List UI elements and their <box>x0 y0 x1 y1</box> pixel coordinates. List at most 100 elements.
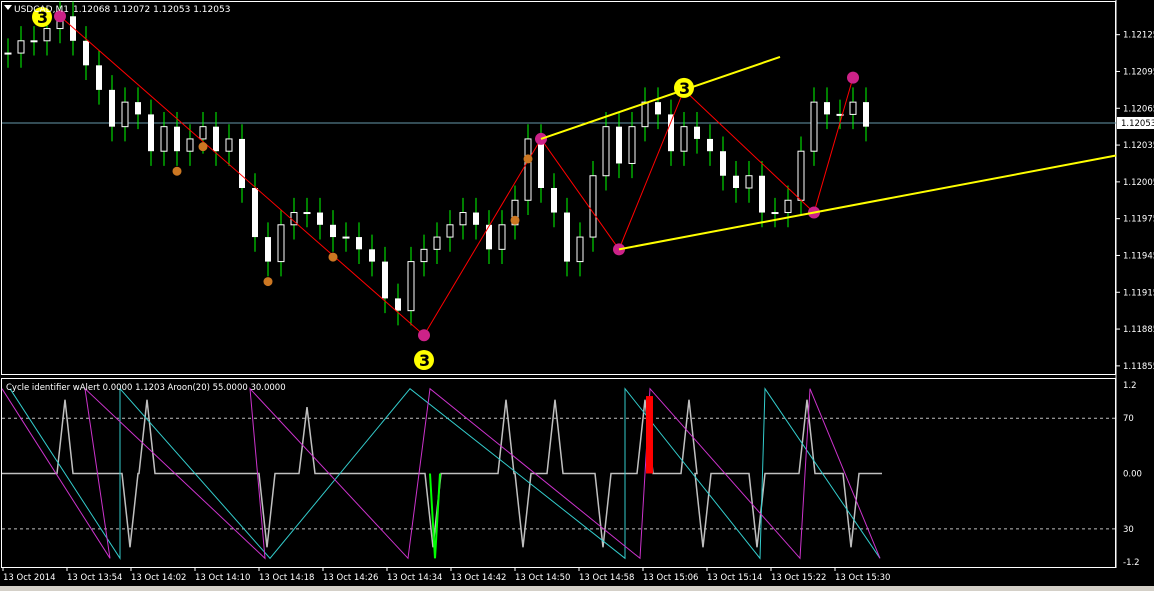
candle-body-bear <box>213 126 219 152</box>
candle-body-bull <box>303 212 311 215</box>
candle-body-bull <box>407 261 415 312</box>
candle-body-bull <box>342 236 350 239</box>
candle-body-bull <box>199 126 207 140</box>
candle-body-bear <box>824 102 830 115</box>
chart-symbol-header: USDCAD,M1 1.12068 1.12072 1.12053 1.12053 <box>14 5 230 15</box>
time-tick-label: 13 Oct 14:10 <box>195 573 250 583</box>
candle-body-bull <box>277 224 285 263</box>
price-tick-label: 1.11945 <box>1123 251 1154 261</box>
candle-body-bear <box>473 212 479 225</box>
candle-body-bull <box>784 199 792 214</box>
candle-body-bull <box>186 138 194 152</box>
time-tick-label: 13 Oct 13:54 <box>67 573 122 583</box>
lower-trendline[interactable] <box>618 154 1117 251</box>
fractal-dot <box>198 142 208 152</box>
candle-body-bear <box>655 102 661 115</box>
candle-body-bear <box>96 65 102 90</box>
fractal-dot <box>172 166 182 176</box>
time-tick-label: 13 Oct 15:14 <box>707 573 762 583</box>
time-tick-label: 13 Oct 15:30 <box>835 573 890 583</box>
candle-body-bear <box>707 138 713 152</box>
candle-body-bear <box>239 138 245 188</box>
candle-body-bear <box>174 126 180 152</box>
upper-trendline[interactable] <box>540 55 781 140</box>
chart-tab-bar[interactable] <box>0 586 1154 591</box>
candle-body-bull <box>680 126 688 152</box>
indicator-tick-label: 30 <box>1123 525 1134 535</box>
candle-body-bull <box>43 28 51 42</box>
cycle-mark-label: 3 <box>679 79 690 98</box>
candle-body-bull <box>420 248 428 263</box>
candle-body-bear <box>70 16 76 41</box>
candle-body-bear <box>486 224 492 250</box>
candle-body-bear <box>863 102 869 127</box>
time-tick-label: 13 Oct 14:50 <box>515 573 570 583</box>
indicator-tick-label: 1.2 <box>1123 381 1137 391</box>
candle-body-bear <box>668 114 674 152</box>
time-tick-label: 13 Oct 14:34 <box>387 573 442 583</box>
time-tick-label: 13 Oct 14:18 <box>259 573 314 583</box>
time-tick-label: 13 Oct 2014 <box>3 573 56 583</box>
candle-body-bear <box>720 151 726 176</box>
candle-body-bear <box>733 175 739 188</box>
candle-body-bull <box>498 224 506 250</box>
indicator-tick-label: 0.00 <box>1123 470 1142 480</box>
candle-body-bull <box>225 138 233 152</box>
price-tick-label: 1.12035 <box>1123 141 1154 151</box>
candle-body-bear <box>252 188 258 238</box>
price-plot[interactable]: 333 <box>2 1 1117 370</box>
candle-body-bull <box>589 175 597 238</box>
current-price-label: 1.12053 <box>1121 119 1154 129</box>
candle-body-bull <box>160 126 168 152</box>
sell-signal-bar <box>646 396 653 474</box>
candle-body-bear <box>395 298 401 311</box>
candle-body-bull <box>771 212 779 215</box>
candle-body-bull <box>810 101 818 152</box>
candle-body-bear <box>538 138 544 188</box>
candle-body-bull <box>121 101 129 128</box>
price-tick-label: 1.12005 <box>1123 178 1154 188</box>
price-tick-label: 1.11885 <box>1123 325 1154 335</box>
candle-body-bull <box>576 236 584 263</box>
candle-body-bear <box>83 40 89 66</box>
candle-body-bear <box>382 261 388 299</box>
candle-body-bull <box>4 52 12 55</box>
candle-body-bear <box>135 102 141 115</box>
candle-body-bear <box>551 188 557 213</box>
candle-body-bear <box>356 237 362 250</box>
indicator-plot[interactable] <box>1 387 1116 561</box>
price-tick-label: 1.11855 <box>1123 362 1154 372</box>
price-tick-label: 1.11975 <box>1123 215 1154 225</box>
time-tick-label: 13 Oct 14:58 <box>579 573 634 583</box>
fractal-dot <box>328 252 338 262</box>
candle-body-bear <box>317 212 323 225</box>
fractal-marker <box>418 329 430 342</box>
candle-body-bear <box>694 126 700 139</box>
candle-body-bull <box>433 236 441 250</box>
candle-body-bull <box>745 175 753 189</box>
candle-body-bull <box>30 40 38 43</box>
cycle-mark-label: 3 <box>419 351 430 370</box>
candle-body-bull <box>17 40 25 54</box>
chart-menu-icon[interactable] <box>4 5 12 10</box>
cycle-identifier-line <box>2 399 882 548</box>
fractal-dot <box>523 154 533 164</box>
fractal-dot <box>263 277 273 287</box>
candle-body-bear <box>109 89 115 127</box>
price-tick-label: 1.11915 <box>1123 288 1154 298</box>
indicator-header: Cycle identifier wAlert 0.0000 1.1203 Ar… <box>6 383 286 393</box>
fractal-dot <box>510 215 520 225</box>
candle-body-bear <box>330 224 336 238</box>
candle-body-bear <box>265 237 271 262</box>
candle-body-bull <box>849 101 857 115</box>
candle-body-bull <box>446 224 454 238</box>
candle-body-bull <box>602 126 610 177</box>
indicator-tick-label: 70 <box>1123 414 1134 424</box>
candle-body-bull <box>628 126 636 164</box>
candle-body-bull <box>641 101 649 128</box>
price-tick-label: 1.12095 <box>1123 67 1154 77</box>
indicator-tick-label: -1.2 <box>1123 558 1140 568</box>
buy-signal-spike <box>429 473 441 559</box>
time-tick-label: 13 Oct 15:06 <box>643 573 698 583</box>
price-tick-label: 1.12125 <box>1123 31 1154 41</box>
